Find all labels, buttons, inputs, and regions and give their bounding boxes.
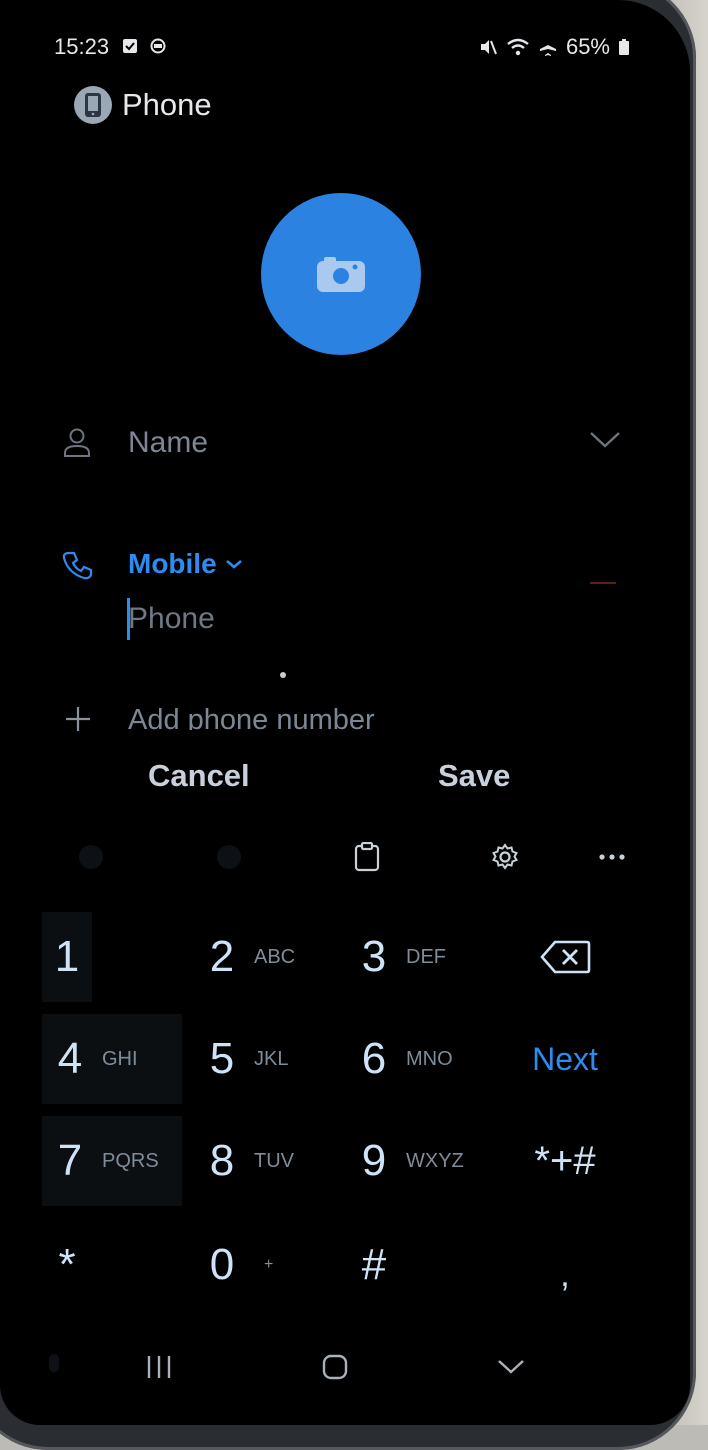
key-4[interactable]: 4 GHI (42, 1014, 182, 1104)
phone-type-dropdown[interactable]: Mobile (128, 548, 243, 580)
app-title: Phone (122, 87, 212, 123)
phone-screen: 15:23 65% (0, 0, 690, 1425)
camera-icon (316, 255, 366, 293)
person-icon (63, 428, 91, 458)
next-key[interactable]: Next (510, 1014, 620, 1104)
phone-app-icon (74, 86, 112, 124)
chevron-down-icon (225, 558, 243, 570)
circle-notification-icon (150, 38, 166, 54)
contact-photo-button[interactable] (261, 193, 421, 355)
back-nav-icon[interactable] (494, 1350, 528, 1384)
key-6[interactable]: 6 MNO (346, 1014, 486, 1104)
battery-percentage: 65% (566, 34, 610, 60)
home-nav-icon[interactable] (318, 1350, 352, 1384)
phone-icon (62, 550, 94, 582)
touch-indicator-dot (280, 672, 286, 678)
airplane-mode-icon (538, 37, 558, 57)
remove-phone-button[interactable] (590, 582, 616, 584)
clipboard-icon[interactable] (352, 842, 382, 872)
app-header: Phone (74, 86, 212, 124)
save-button[interactable]: Save (438, 758, 510, 794)
status-time: 15:23 (54, 34, 109, 60)
checkbox-notification-icon (122, 38, 138, 54)
key-2[interactable]: 2 ABC (194, 912, 334, 1002)
add-phone-number-button[interactable]: Add phone number (128, 704, 375, 730)
comma-key[interactable]: , (520, 1230, 610, 1320)
key-3[interactable]: 3 DEF (346, 912, 486, 1002)
gear-icon[interactable] (490, 842, 520, 872)
symbols-key[interactable]: *+# (510, 1116, 620, 1206)
voice-input-icon[interactable] (40, 1350, 68, 1384)
key-9[interactable]: 9 WXYZ (346, 1116, 486, 1206)
backspace-key[interactable] (520, 912, 610, 1002)
key-5[interactable]: 5 JKL (194, 1014, 334, 1104)
emoji-icon[interactable] (76, 842, 106, 872)
phone-type-label: Mobile (128, 548, 217, 580)
status-right-group: 65% (478, 34, 630, 60)
phone-number-input[interactable]: Phone (128, 602, 215, 636)
mute-icon (478, 37, 498, 57)
wifi-icon (506, 37, 530, 57)
cancel-button[interactable]: Cancel (148, 758, 250, 794)
key-8[interactable]: 8 TUV (194, 1116, 334, 1206)
key-star[interactable]: * (42, 1220, 92, 1310)
sticker-icon[interactable] (214, 842, 244, 872)
key-7[interactable]: 7 PQRS (42, 1116, 182, 1206)
backspace-icon (539, 939, 591, 975)
plus-icon[interactable] (64, 705, 92, 733)
name-input[interactable]: Name (128, 426, 208, 460)
battery-icon (618, 38, 630, 56)
recents-nav-icon[interactable] (142, 1350, 176, 1384)
key-1[interactable]: 1 (42, 912, 92, 1002)
key-0[interactable]: 0 + (194, 1220, 334, 1310)
more-icon[interactable] (597, 842, 627, 872)
chevron-down-icon[interactable] (588, 430, 622, 450)
key-hash[interactable]: # (346, 1220, 486, 1310)
